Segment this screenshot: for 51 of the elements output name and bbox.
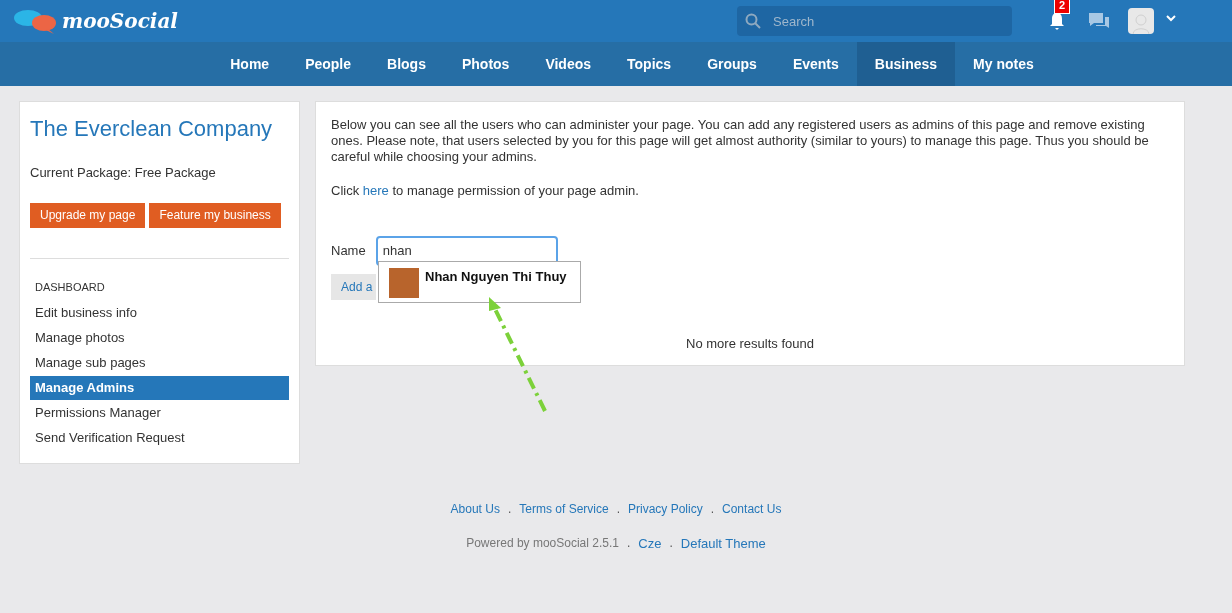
footer-link[interactable]: Terms of Service (519, 500, 609, 518)
separator-dot: . (626, 535, 631, 552)
action-button[interactable]: Feature my business (149, 202, 281, 228)
nav-link[interactable]: Home (212, 42, 288, 86)
suggestion-dropdown[interactable]: Nhan Nguyen Thi Thuy (378, 261, 581, 303)
add-admin-button[interactable]: Add a (331, 273, 377, 300)
nav-link[interactable]: Blogs (369, 42, 444, 86)
package-text: Current Package: Free Package (30, 164, 217, 182)
nav-link[interactable]: Business (856, 42, 956, 86)
chevron-down-icon[interactable] (1166, 14, 1176, 22)
description-text: Below you can see all the users who can administer your page. You can add any registered users as admins of this page and remove existing ones. Please note, that users selected by you for this page will get almost authority (similar to yours) to manage this page. Thus you should be careful while choosing your admins. (331, 117, 1150, 165)
photo-placeholder (389, 268, 419, 298)
suggestion-name: Nhan Nguyen Thi Thuy (425, 268, 567, 286)
nav-link[interactable]: Topics (609, 42, 690, 86)
action-button[interactable]: Upgrade my page (30, 202, 146, 228)
footer-link[interactable]: Privacy Policy (628, 500, 703, 518)
nav-link[interactable]: Events (774, 42, 857, 86)
sidebar-link[interactable]: Manage photos (30, 326, 289, 350)
name-label: Name (331, 241, 366, 260)
here-link[interactable]: here (362, 183, 389, 198)
sidebar-link[interactable]: Send Verification Request (30, 426, 289, 450)
footer-link[interactable]: Contact Us (722, 500, 782, 518)
nav-link[interactable]: Groups (689, 42, 775, 86)
search-field[interactable]: Search (737, 6, 1012, 36)
user-silhouette-icon (1132, 12, 1150, 34)
sidebar-link[interactable]: Manage Admins (30, 376, 289, 400)
search-icon (745, 13, 761, 29)
footer-link[interactable]: Default Theme (680, 534, 766, 554)
footer-link[interactable]: Cze (638, 534, 662, 554)
powered-by-text: Powered by mooSocial 2.5.1 (466, 535, 619, 552)
no-results-text: No more results found (685, 334, 815, 353)
bell-icon[interactable] (1048, 11, 1066, 31)
notification-badge: 2 (1054, 0, 1071, 14)
separator-dot: . (507, 501, 512, 518)
section-heading: DASHBOARD (34, 279, 106, 295)
separator-dot: . (669, 535, 673, 552)
page-title: The Everclean Company (30, 115, 274, 143)
nav-link[interactable]: Videos (527, 42, 610, 86)
nav-link[interactable]: My notes (955, 42, 1052, 86)
nav-link[interactable]: People (287, 42, 370, 86)
sidebar-link[interactable]: Manage sub pages (30, 351, 289, 375)
sidebar-link[interactable]: Edit business info (30, 301, 289, 325)
separator-dot: . (710, 501, 715, 518)
footer-link[interactable]: About Us (450, 500, 500, 518)
separator-dot: . (616, 501, 620, 518)
chat-icon[interactable] (1088, 11, 1110, 31)
nav-link[interactable]: Photos (443, 42, 528, 86)
sidebar-link[interactable]: Permissions Manager (30, 401, 289, 425)
permission-text: Click here to manage permission of your page admin. (331, 182, 640, 200)
speech-bubbles-logo-icon (12, 8, 58, 34)
logo-text: mooSocial (62, 8, 178, 35)
